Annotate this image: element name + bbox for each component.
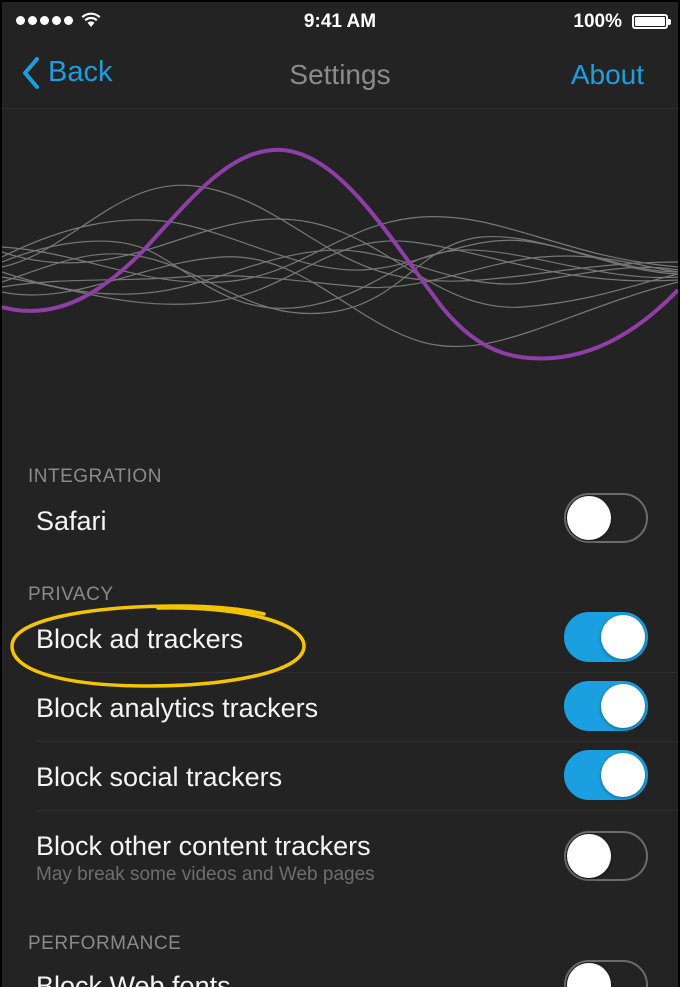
setting-label: Block Web fonts xyxy=(36,971,231,987)
setting-row-block-ad-trackers: Block ad trackers xyxy=(2,604,678,672)
setting-row-block-web-fonts: Block Web fonts xyxy=(2,957,678,987)
setting-row-block-other-content-trackers: Block other content trackers May break s… xyxy=(2,811,678,899)
battery-icon xyxy=(632,14,671,29)
setting-label: Block analytics trackers xyxy=(36,693,319,723)
waveform-graphic xyxy=(2,147,678,361)
setting-label: Block other content trackers xyxy=(36,831,371,861)
setting-row-block-analytics-trackers: Block analytics trackers xyxy=(2,673,678,741)
block-social-trackers-toggle[interactable] xyxy=(564,750,648,800)
section-header-integration: INTEGRATION xyxy=(28,466,162,487)
phone-screen: 9:41 AM 100% Back Settings About INTEGRA… xyxy=(2,2,678,987)
block-web-fonts-toggle[interactable] xyxy=(564,960,648,987)
setting-sublabel: May break some videos and Web pages xyxy=(36,864,375,885)
block-ad-trackers-toggle[interactable] xyxy=(564,612,648,662)
battery-percentage: 100% xyxy=(573,11,622,32)
block-analytics-trackers-toggle[interactable] xyxy=(564,681,648,731)
setting-label: Safari xyxy=(36,506,107,536)
block-other-content-trackers-toggle[interactable] xyxy=(564,831,648,881)
setting-row-block-social-trackers: Block social trackers xyxy=(2,742,678,810)
about-button[interactable]: About xyxy=(571,59,644,91)
safari-toggle[interactable] xyxy=(564,493,648,543)
setting-row-safari: Safari xyxy=(2,490,678,550)
navigation-bar: Back Settings About xyxy=(2,42,678,109)
background-waves xyxy=(2,184,678,348)
section-header-performance: PERFORMANCE xyxy=(28,933,182,954)
section-header-privacy: PRIVACY xyxy=(28,584,114,605)
setting-label: Block ad trackers xyxy=(36,624,244,654)
setting-label: Block social trackers xyxy=(36,762,283,792)
status-bar: 9:41 AM 100% xyxy=(2,2,678,42)
